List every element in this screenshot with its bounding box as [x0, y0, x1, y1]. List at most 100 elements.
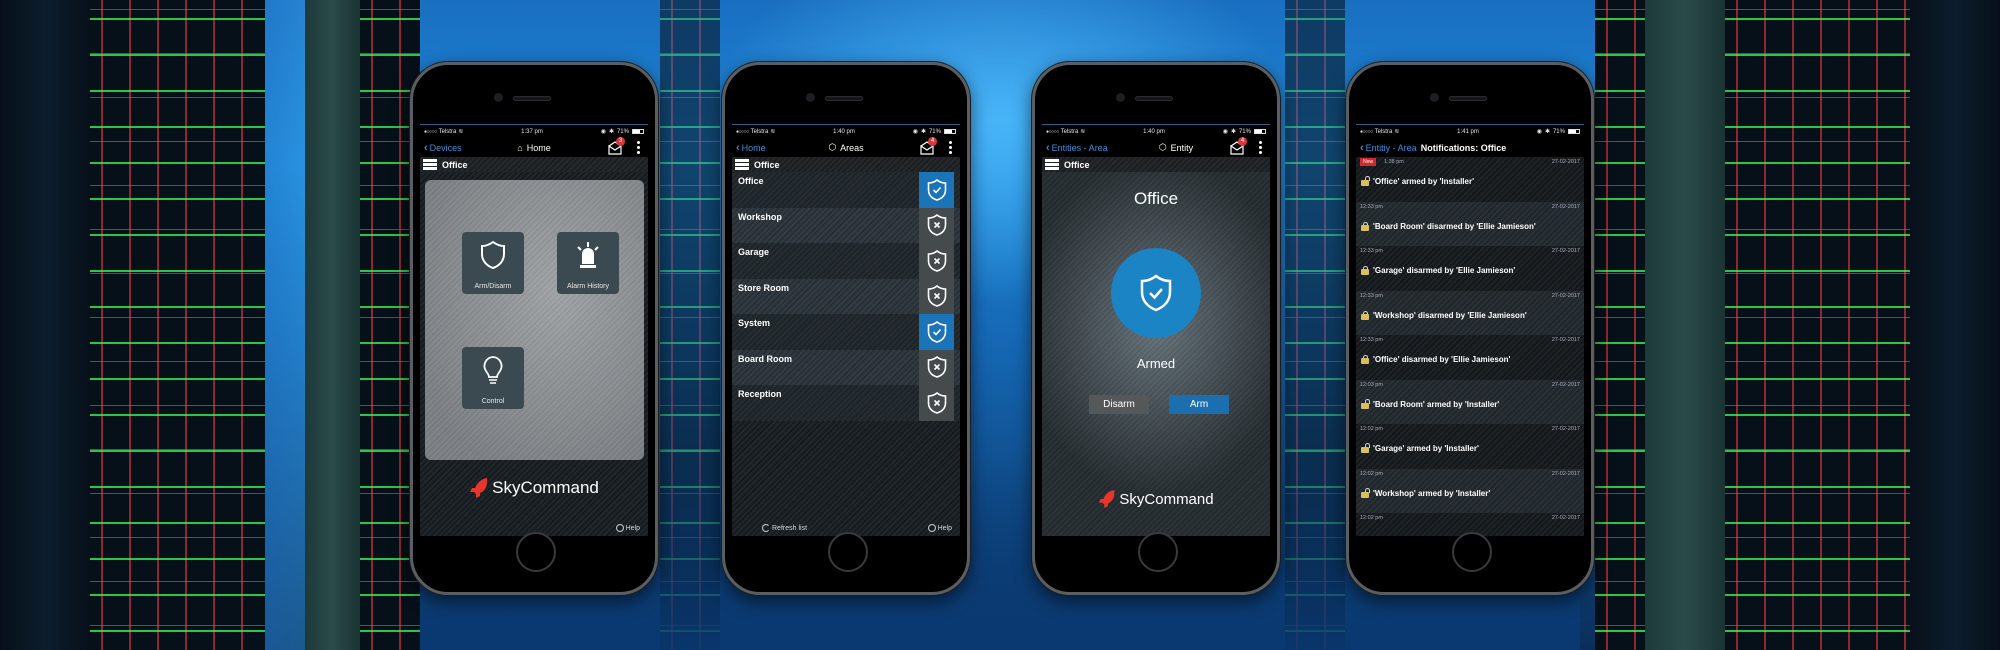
arm-button[interactable]: Arm: [1169, 395, 1229, 414]
help-link[interactable]: Help: [927, 524, 952, 532]
tile-arm-disarm[interactable]: Arm/Disarm: [462, 232, 524, 294]
area-row[interactable]: Reception: [732, 385, 960, 421]
area-status-toggle[interactable]: [919, 243, 954, 279]
area-name: System: [738, 318, 771, 328]
area-row[interactable]: Store Room: [732, 278, 960, 314]
area-status-toggle[interactable]: [919, 207, 954, 243]
notification-message: 'Board Room' armed by 'Installer': [1373, 399, 1500, 409]
back-button[interactable]: ‹ Entitiy - Area: [1360, 142, 1417, 154]
home-button[interactable]: [516, 532, 556, 572]
notification-date: 27-02-2017: [1551, 292, 1580, 299]
server-rack-panel: [305, 0, 360, 650]
wifi-icon: ≋: [1080, 129, 1086, 135]
status-time: 1:41 pm: [1457, 128, 1479, 135]
area-name: Store Room: [738, 282, 790, 293]
area-status-toggle[interactable]: [919, 314, 954, 350]
area-row[interactable]: Office: [732, 172, 960, 208]
lock-armed-icon: [1361, 398, 1370, 409]
disarm-button[interactable]: Disarm: [1089, 395, 1149, 414]
server-rack-door: [265, 0, 305, 650]
battery-percent: 71%: [1552, 128, 1565, 135]
shield-check-icon: [927, 320, 946, 343]
notification-date: 27-02-2017: [1551, 337, 1580, 343]
battery-percent: 71%: [616, 128, 629, 135]
signal-icon: ●○○○○: [736, 128, 749, 135]
back-button[interactable]: ‹ Devices: [424, 142, 462, 154]
shield-x-icon: [927, 391, 946, 414]
notifications-button[interactable]: 4: [1230, 137, 1247, 155]
tile-alarm-history[interactable]: Alarm History: [557, 232, 619, 294]
home-icon: ⌂: [517, 142, 523, 153]
notifications-button[interactable]: 4: [920, 137, 937, 155]
chevron-left-icon: ‹: [736, 141, 740, 154]
area-name: Board Room: [738, 353, 792, 364]
tile-control[interactable]: Control: [462, 347, 524, 409]
kebab-menu-icon[interactable]: [636, 141, 640, 154]
location-title: Office: [754, 159, 780, 170]
status-bar: ●○○○○ Telstra ≋ 1:40 pm ◉ ✱ 71%: [1042, 125, 1270, 138]
lock-armed-icon: [1361, 443, 1370, 453]
page-title: Notifications: Office: [1420, 142, 1507, 153]
alarm-clock-icon: ◉: [912, 129, 918, 135]
notification-item[interactable]: 12:03 pm 27-02-2017 'Board Room' armed by …: [1356, 379, 1584, 424]
carrier: Telstra: [438, 128, 457, 135]
notification-item[interactable]: 12:33 pm 27-02-2017 'Office' disarmed by '…: [1356, 335, 1584, 380]
area-row[interactable]: Board Room: [732, 349, 960, 385]
notification-time: 12:02 pm: [1360, 515, 1383, 521]
lightbulb-icon: [483, 356, 503, 384]
refresh-list-button[interactable]: Refresh list: [762, 524, 807, 532]
areas-list: Office Workshop Garage Store Room System Boar…: [732, 172, 960, 421]
carrier: Telstra: [750, 128, 769, 135]
shield-outline-icon: ⬡: [828, 142, 837, 152]
back-button[interactable]: ‹ Entities - Area: [1046, 142, 1108, 154]
shield-outline-icon: ⬡: [1158, 142, 1167, 152]
earpiece-speaker: [825, 96, 863, 101]
area-status-toggle[interactable]: [919, 278, 954, 314]
server-rack: [1910, 0, 2000, 650]
phone-notifications: ●○○○○ Telstra ≋ 1:41 pm ◉ ✱ 71% ‹ Entitiy - A…: [1346, 62, 1594, 595]
nav-bar: ‹ Entitiy - Area Notifications: Office: [1356, 138, 1584, 157]
area-row[interactable]: Workshop: [732, 207, 960, 243]
home-button[interactable]: [1452, 532, 1492, 572]
front-camera: [1116, 93, 1125, 102]
notification-item[interactable]: 12:33 pm 27-02-2017 'Garage' disarmed by '…: [1356, 246, 1584, 291]
lock-disarmed-icon: [1361, 355, 1369, 364]
notification-item[interactable]: 12:33 pm 27-02-2017 'Workshop' disarmed by…: [1356, 290, 1584, 335]
nav-bar: ‹ Entities - Area ⬡ Entity 4: [1042, 137, 1270, 157]
unread-badge: 3: [616, 137, 625, 146]
notification-message: 'Workshop' disarmed by 'Ellie Jamieson': [1373, 310, 1527, 320]
shield-x-icon: [927, 214, 946, 237]
area-row[interactable]: System: [732, 314, 960, 350]
shield-x-icon: [927, 249, 946, 272]
kebab-menu-icon[interactable]: [1258, 141, 1262, 154]
front-camera: [1430, 93, 1439, 102]
notification-time: 1:38 pm: [1384, 159, 1404, 165]
area-status-toggle[interactable]: [919, 172, 954, 208]
kebab-menu-icon[interactable]: [948, 141, 952, 154]
notification-date: 27-02-2017: [1551, 203, 1580, 210]
notification-date: 27-02-2017: [1551, 248, 1580, 254]
back-button[interactable]: ‹ Home: [736, 142, 766, 154]
area-row[interactable]: Garage: [732, 243, 960, 279]
home-button[interactable]: [1138, 532, 1178, 572]
entity-status-indicator[interactable]: [1111, 248, 1201, 338]
page-title: Entity: [1170, 142, 1194, 153]
notifications-button[interactable]: 3: [608, 137, 625, 155]
hamburger-menu-icon[interactable]: [423, 159, 437, 170]
hamburger-menu-icon[interactable]: [735, 159, 749, 170]
notification-item[interactable]: 12:33 pm 27-02-2017 'Board Room' disarmed …: [1356, 201, 1584, 246]
signal-icon: ●○○○○: [424, 128, 437, 135]
notification-item[interactable]: 12:02 pm 27-02-2017 'Workshop' armed by 'I…: [1356, 468, 1584, 513]
help-link[interactable]: Help: [615, 524, 640, 532]
battery-percent: 71%: [928, 128, 941, 135]
rocket-icon: [470, 478, 488, 498]
notification-item[interactable]: New 1:38 pm 27-02-2017 'Office' armed by 'I…: [1356, 157, 1584, 202]
area-status-toggle[interactable]: [919, 349, 954, 385]
screen-entity: ●○○○○ Telstra ≋ 1:40 pm ◉ ✱ 71% ‹ Entities - …: [1042, 124, 1270, 536]
area-status-toggle[interactable]: [919, 385, 954, 421]
home-button[interactable]: [828, 532, 868, 572]
alarm-clock-icon: ◉: [1222, 129, 1228, 135]
notification-item[interactable]: 12:02 pm 27-02-2017 'Garage' armed by 'Ins…: [1356, 424, 1584, 469]
hamburger-menu-icon[interactable]: [1045, 159, 1059, 170]
notification-message: 'Garage' armed by 'Installer': [1373, 444, 1479, 453]
